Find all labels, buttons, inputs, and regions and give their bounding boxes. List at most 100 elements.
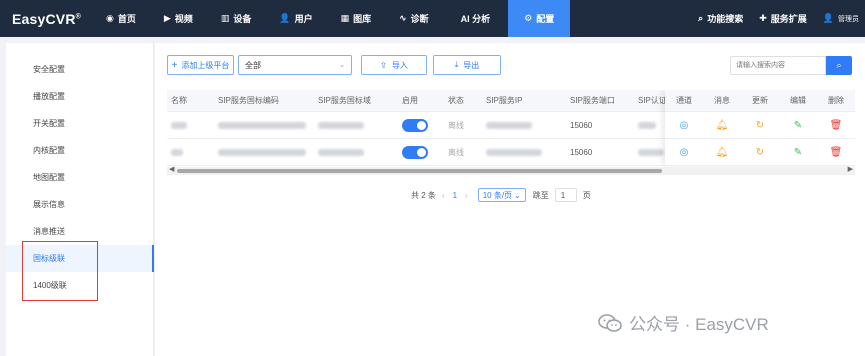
search-box: ⌕ bbox=[730, 56, 852, 75]
nav-item-config[interactable]: ⚙ 配置 bbox=[508, 0, 571, 37]
col-update: 更新 bbox=[752, 96, 768, 105]
edit-icon[interactable]: ✎ bbox=[794, 120, 802, 131]
toolbar: + 添加上级平台 全部 ⌄ ⇪ 导入 ⤓ 导出 bbox=[167, 55, 501, 75]
nav-item-diagnosis[interactable]: ∿ 诊断 bbox=[385, 0, 443, 37]
scrollbar-thumb[interactable] bbox=[177, 169, 662, 173]
add-parent-platform-button[interactable]: + 添加上级平台 bbox=[167, 55, 234, 75]
chevron-down-icon: ⌄ bbox=[339, 62, 345, 69]
nav-item-home[interactable]: ◉ 首页 bbox=[92, 0, 150, 37]
redacted-text bbox=[486, 121, 532, 129]
prev-page-icon[interactable]: ‹ bbox=[442, 191, 445, 200]
sidebar-item-security[interactable]: 安全配置 bbox=[6, 56, 153, 83]
refresh-icon[interactable]: ↻ bbox=[756, 120, 764, 131]
trash-icon[interactable]: 🗑︎ bbox=[830, 147, 843, 158]
goto-label: 跳至 bbox=[532, 190, 549, 200]
gear-icon: ⚙ bbox=[524, 13, 533, 23]
horizontal-scrollbar[interactable]: ◀ ▶ bbox=[167, 165, 855, 175]
scroll-right-icon[interactable]: ▶ bbox=[848, 165, 853, 173]
total-count: 共 2 条 bbox=[411, 190, 436, 200]
user-icon: 👤 bbox=[279, 13, 291, 23]
col-channel: 通道 bbox=[676, 96, 692, 105]
plus-icon: + bbox=[171, 59, 178, 71]
redacted-text bbox=[218, 148, 306, 156]
search-icon: ⌕ bbox=[698, 13, 704, 23]
redacted-text bbox=[318, 148, 364, 156]
redacted-text bbox=[638, 121, 656, 129]
page-number[interactable]: 1 bbox=[453, 191, 457, 200]
pulse-icon: ∿ bbox=[399, 13, 407, 23]
search-input[interactable] bbox=[730, 56, 826, 75]
nav-item-ai[interactable]: AI 分析 bbox=[443, 0, 509, 37]
col-sip-port: SIP服务端口 bbox=[570, 96, 615, 105]
col-sip-ip: SIP服务IP bbox=[486, 96, 523, 105]
col-status: 状态 bbox=[448, 96, 464, 105]
sidebar-item-map[interactable]: 地图配置 bbox=[6, 164, 153, 191]
gallery-icon: ▦ bbox=[340, 13, 350, 23]
function-search-button[interactable]: ⌕ 功能搜索 bbox=[690, 0, 751, 37]
sidebar-item-switch[interactable]: 开关配置 bbox=[6, 110, 153, 137]
page-size-select[interactable]: 10 条/页 ⌄ bbox=[477, 188, 526, 202]
col-sip-auth: SIP认证用 bbox=[638, 96, 667, 105]
redacted-text bbox=[318, 121, 364, 129]
wechat-icon bbox=[598, 313, 622, 332]
status-text: 离线 bbox=[448, 147, 464, 157]
config-sidebar: 安全配置 播放配置 开关配置 内核配置 地图配置 展示信息 消息推送 国标级联 … bbox=[6, 43, 154, 356]
sidebar-item-playback[interactable]: 播放配置 bbox=[6, 83, 153, 110]
col-sip-domain: SIP服务国标域 bbox=[318, 96, 371, 105]
status-text: 离线 bbox=[448, 120, 464, 130]
filter-select[interactable]: 全部 ⌄ bbox=[238, 55, 352, 75]
edit-icon[interactable]: ✎ bbox=[794, 147, 802, 158]
col-message: 消息 bbox=[714, 96, 730, 105]
bell-icon[interactable]: 🔔︎ bbox=[716, 147, 729, 158]
col-enable: 启用 bbox=[402, 96, 418, 105]
download-icon: ⤓ bbox=[454, 60, 459, 69]
action-columns: 通道 消息 更新 编辑 删除 ◎ 🔔︎ ↻ ✎ 🗑︎ ◎ 🔔︎ ↻ ✎ 🗑︎ bbox=[665, 90, 855, 166]
sidebar-item-kernel[interactable]: 内核配置 bbox=[6, 137, 153, 164]
redacted-text bbox=[638, 148, 664, 156]
refresh-icon[interactable]: ↻ bbox=[756, 147, 764, 158]
col-sip-code: SIP服务国标编码 bbox=[218, 96, 279, 105]
top-navbar: EasyCVR® ◉ 首页 ▶ 视频 ▥ 设备 👤 用户 ▦ 图库 ∿ 诊断 AI 分析 ⚙… bbox=[0, 0, 865, 37]
user-icon: 👤 bbox=[822, 13, 834, 23]
redacted-text bbox=[218, 121, 306, 129]
next-page-icon[interactable]: › bbox=[465, 191, 468, 200]
cascade-table: 名称 SIP服务国标编码 SIP服务国标域 启用 状态 SIP服务IP SIP服… bbox=[167, 90, 855, 176]
search-button[interactable]: ⌕ bbox=[826, 56, 852, 75]
user-menu[interactable]: 👤 管理员 bbox=[815, 0, 865, 37]
sidebar-item-display[interactable]: 展示信息 bbox=[6, 191, 153, 218]
channel-icon[interactable]: ◎ bbox=[680, 120, 689, 131]
page-unit-label: 页 bbox=[582, 190, 591, 200]
redacted-text bbox=[171, 148, 183, 156]
export-button[interactable]: ⤓ 导出 bbox=[433, 55, 501, 75]
col-name: 名称 bbox=[171, 96, 187, 105]
scroll-left-icon[interactable]: ◀ bbox=[169, 165, 174, 173]
trash-icon[interactable]: 🗑︎ bbox=[830, 120, 843, 131]
play-icon: ▶ bbox=[163, 13, 171, 23]
col-delete: 删除 bbox=[828, 96, 844, 105]
channel-icon[interactable]: ◎ bbox=[680, 147, 689, 158]
upload-icon: ⇪ bbox=[380, 60, 387, 70]
import-button[interactable]: ⇪ 导入 bbox=[361, 55, 427, 75]
chevron-down-icon: ⌄ bbox=[514, 190, 521, 200]
nav-item-device[interactable]: ▥ 设备 bbox=[207, 0, 266, 37]
pagination: 共 2 条 ‹ 1 › 10 条/页 ⌄ 跳至 1 页 bbox=[411, 188, 591, 202]
highlight-box bbox=[22, 241, 98, 301]
bell-icon[interactable]: 🔔︎ bbox=[716, 120, 729, 131]
goto-page-input[interactable]: 1 bbox=[554, 188, 577, 202]
watermark-text: 公众号 · EasyCVR bbox=[629, 315, 769, 334]
redacted-text bbox=[486, 148, 542, 156]
port-cell: 15060 bbox=[570, 147, 593, 157]
col-edit: 编辑 bbox=[790, 96, 806, 105]
enable-toggle[interactable] bbox=[402, 118, 428, 132]
bars-icon: ▥ bbox=[220, 13, 230, 23]
nav-item-video[interactable]: ▶ 视频 bbox=[150, 0, 207, 37]
port-cell: 15060 bbox=[570, 120, 593, 130]
redacted-text bbox=[171, 121, 187, 129]
service-extension-button[interactable]: ✚ 服务扩展 bbox=[751, 0, 815, 37]
watermark: 公众号 · EasyCVR bbox=[598, 310, 769, 335]
enable-toggle[interactable] bbox=[402, 145, 428, 159]
nav-item-gallery[interactable]: ▦ 图库 bbox=[327, 0, 386, 37]
nav-item-user[interactable]: 👤 用户 bbox=[265, 0, 326, 37]
dashboard-icon: ◉ bbox=[106, 13, 114, 23]
app-logo[interactable]: EasyCVR® bbox=[0, 11, 92, 27]
